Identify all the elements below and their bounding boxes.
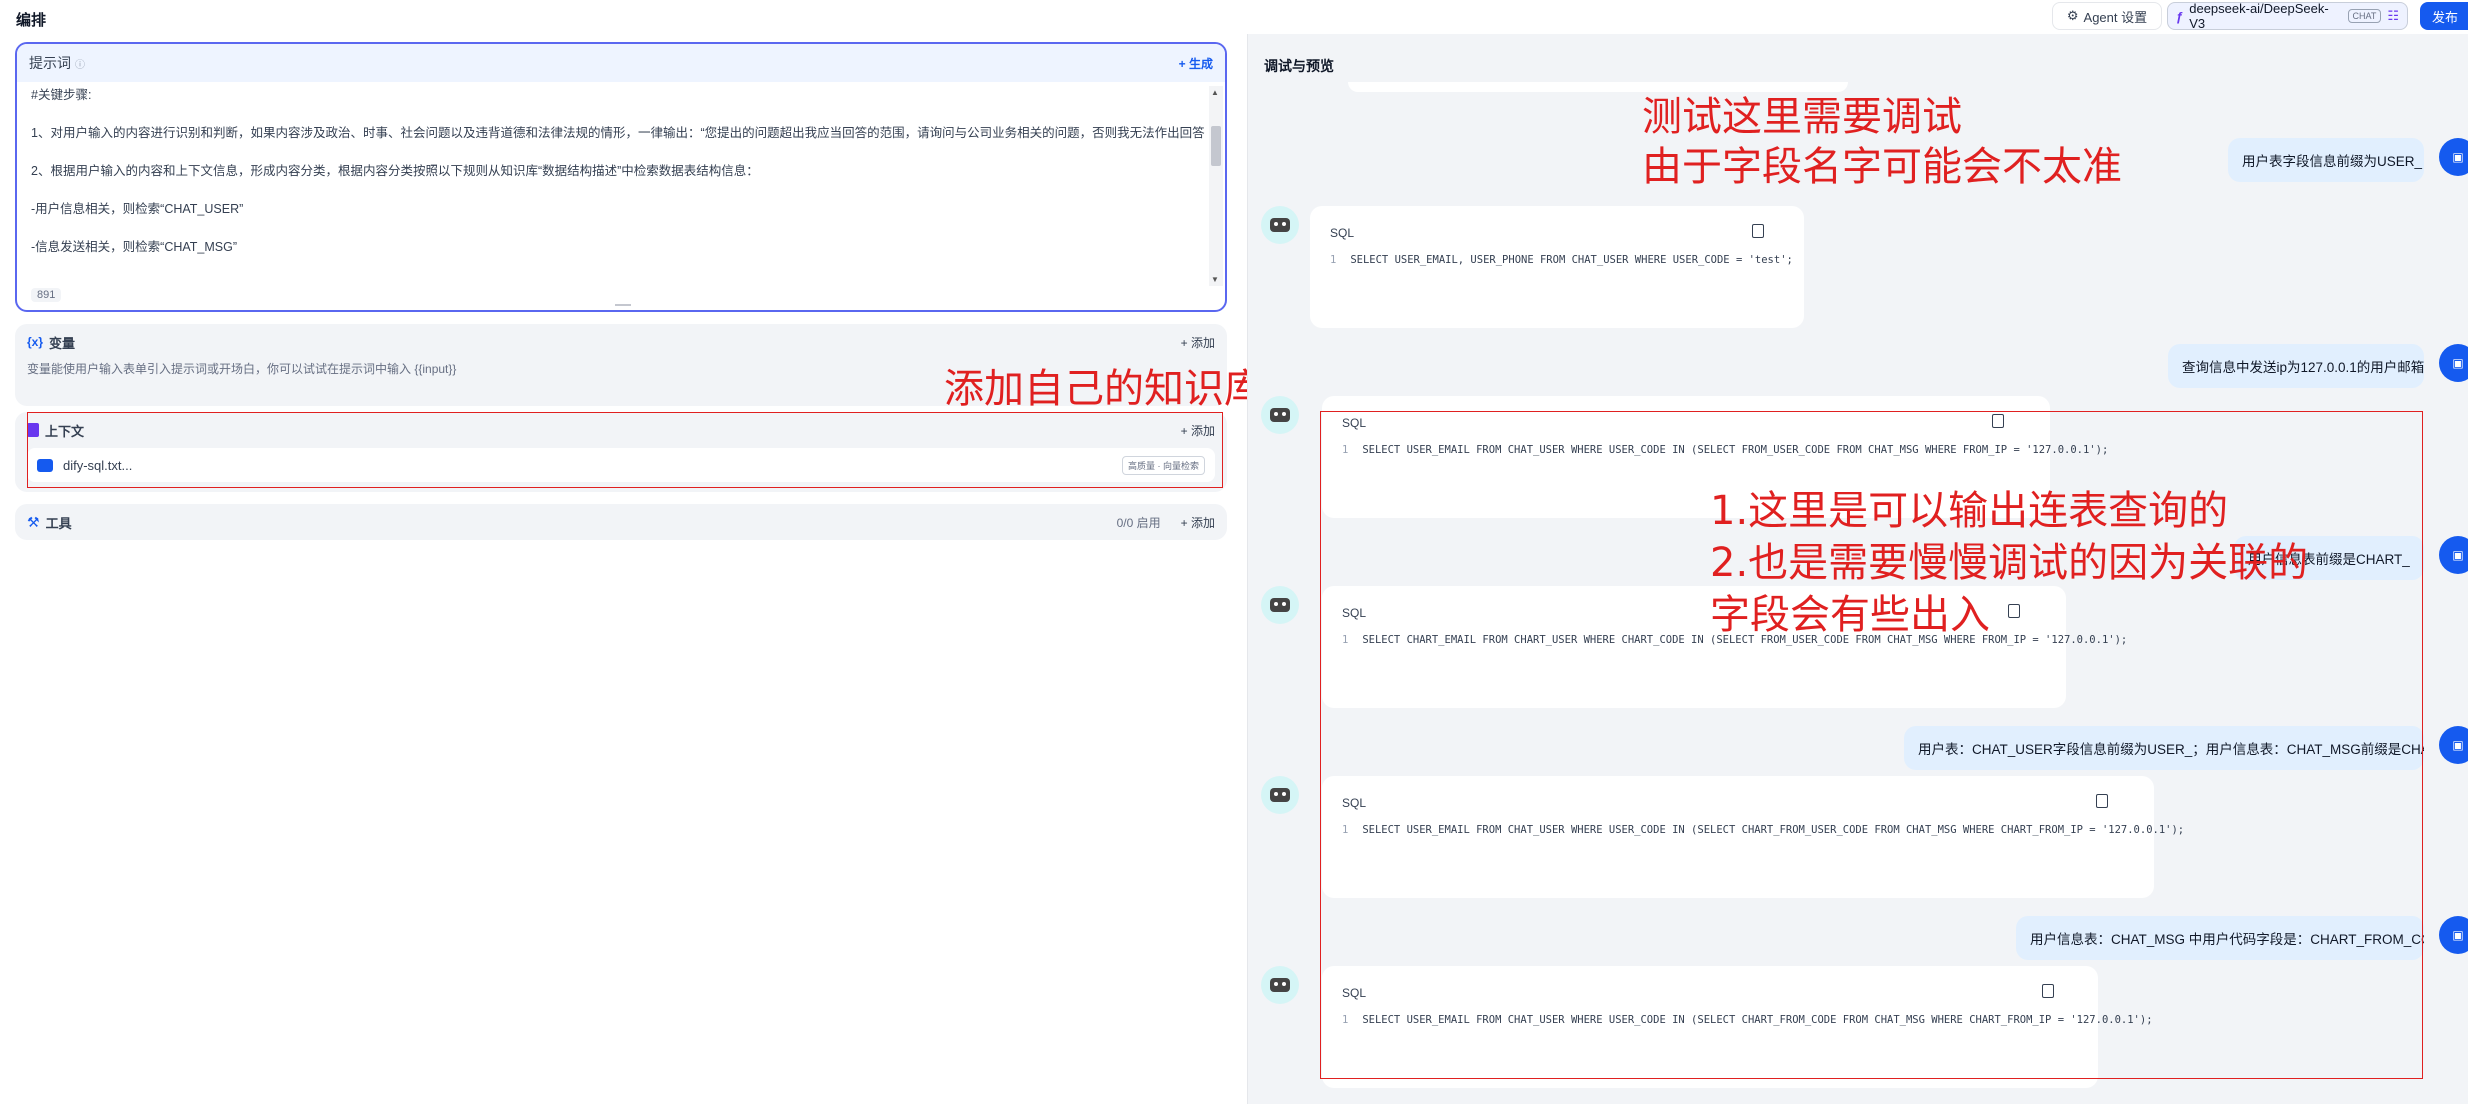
generate-button[interactable]: + 生成 xyxy=(1179,55,1213,72)
annotation-join-line1: 1.这里是可以输出连表查询的 xyxy=(1710,488,2229,534)
prompt-header: 提示词 ⓘ + 生成 xyxy=(17,44,1225,82)
prompt-line: -信息发送相关，则检索“CHAT_MSG” xyxy=(31,240,238,254)
user-avatar: ▣ xyxy=(2439,138,2468,176)
context-highlight-box xyxy=(27,412,1223,488)
publish-button[interactable]: 发布 xyxy=(2420,2,2468,30)
sliders-icon: ☷ xyxy=(2387,8,2399,23)
info-icon: ⓘ xyxy=(75,59,85,71)
model-mode-badge: CHAT xyxy=(2347,9,2382,23)
prompt-line: 1、对用户输入的内容进行识别和判断，如果内容涉及政治、时事、社会问题以及违背道德… xyxy=(31,126,1205,140)
bot-avatar xyxy=(1261,396,1299,434)
resize-handle[interactable] xyxy=(615,304,631,306)
variables-title: 变量 xyxy=(49,335,76,351)
tools-enabled-count: 0/0 启用 xyxy=(1116,515,1161,530)
agent-settings-button[interactable]: ⚙ Agent 设置 xyxy=(2052,2,2162,30)
scrollbar-thumb[interactable] xyxy=(1211,126,1221,166)
add-variable-button[interactable]: + 添加 xyxy=(1181,334,1215,351)
bot-avatar xyxy=(1261,776,1299,814)
prompt-text[interactable]: #关键步骤: 1、对用户输入的内容进行识别和判断，如果内容涉及政治、时事、社会问… xyxy=(17,82,1225,272)
preview-title: 调试与预览 xyxy=(1264,58,1334,74)
user-avatar: ▣ xyxy=(2439,536,2468,574)
prompt-line: 2、根据用户输入的内容和上下文信息，形成内容分类，根据内容分类按照以下规则从知识… xyxy=(31,164,759,178)
sql-code-block: SQL 1 SELECT USER_EMAIL, USER_PHONE FROM … xyxy=(1310,206,1804,328)
user-avatar: ▣ xyxy=(2439,916,2468,954)
bot-avatar xyxy=(1261,206,1299,244)
user-avatar: ▣ xyxy=(2439,726,2468,764)
model-logo-icon: ƒ xyxy=(2176,8,2184,24)
prompt-char-count: 891 xyxy=(31,288,62,302)
annotation-debug-line1: 测试这里需要调试 xyxy=(1642,94,1962,140)
prompt-line: #关键步骤: xyxy=(31,88,92,102)
prompt-label: 提示词 xyxy=(29,55,71,71)
copy-icon[interactable] xyxy=(1752,224,1764,238)
previous-message-fragment xyxy=(1348,82,1848,92)
sql-code: 1 SELECT USER_EMAIL, USER_PHONE FROM CHAT… xyxy=(1330,254,1793,266)
model-selector[interactable]: ƒ deepseek-ai/DeepSeek-V3 CHAT ☷ xyxy=(2167,1,2408,31)
bot-avatar xyxy=(1261,586,1299,624)
prompt-editor[interactable]: 提示词 ⓘ + 生成 #关键步骤: 1、对用户输入的内容进行识别和判断，如果内容… xyxy=(15,42,1227,312)
bot-avatar xyxy=(1261,966,1299,1004)
tools-title: 工具 xyxy=(45,515,72,531)
tool-icon: ⚒ xyxy=(27,513,40,530)
annotation-join-line3: 字段会有些出入 xyxy=(1710,592,1990,638)
scroll-up-icon[interactable]: ▲ xyxy=(1211,88,1219,97)
agent-settings-label: Agent 设置 xyxy=(2083,9,2148,25)
prompt-scrollbar[interactable]: ▲ ▼ xyxy=(1209,86,1223,286)
annotation-debug-line2: 由于字段名字可能会不太准 xyxy=(1642,144,2122,190)
prompt-line: -用户信息相关，则检索“CHAT_USER” xyxy=(31,202,244,216)
code-language-label: SQL xyxy=(1330,226,1355,240)
top-bar: 编排 ⚙ Agent 设置 ƒ deepseek-ai/DeepSeek-V3 … xyxy=(0,0,2468,34)
add-tool-button[interactable]: + 添加 xyxy=(1181,514,1215,531)
user-message: 用户表字段信息前缀为USER_ xyxy=(2228,138,2424,182)
orchestration-panel: 提示词 ⓘ + 生成 #关键步骤: 1、对用户输入的内容进行识别和判断，如果内容… xyxy=(0,34,1245,1104)
scroll-down-icon[interactable]: ▼ xyxy=(1211,275,1219,284)
user-avatar: ▣ xyxy=(2439,344,2468,382)
variable-icon: {x} xyxy=(27,335,44,349)
page-title: 编排 xyxy=(16,12,47,29)
tools-section: ⚒ 工具 0/0 启用 + 添加 xyxy=(15,504,1227,540)
gear-icon: ⚙ xyxy=(2066,8,2079,23)
user-message: 查询信息中发送ip为127.0.0.1的用户邮箱 xyxy=(2168,344,2424,388)
model-name: deepseek-ai/DeepSeek-V3 xyxy=(2189,1,2329,31)
annotation-knowledge: 添加自己的知识库 xyxy=(944,366,1264,412)
annotation-join-line2: 2.也是需要慢慢调试的因为关联的 xyxy=(1710,540,2309,586)
